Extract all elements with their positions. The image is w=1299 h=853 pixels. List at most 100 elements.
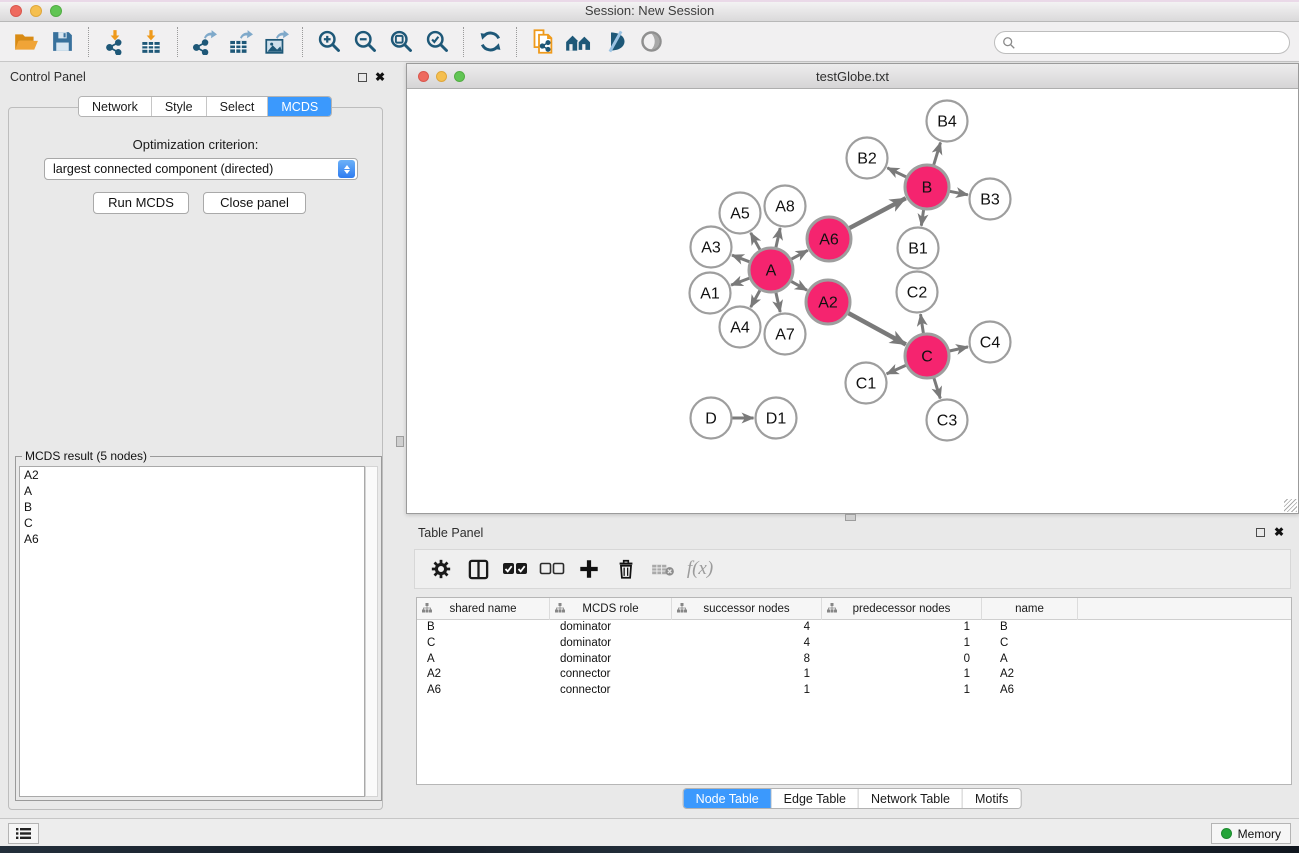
- graph-node-D1[interactable]: D1: [756, 398, 797, 439]
- table-row[interactable]: Bdominator41B: [417, 620, 1291, 636]
- close-panel-button[interactable]: Close panel: [203, 192, 306, 214]
- table-cell[interactable]: connector: [550, 667, 672, 683]
- graph-edge-C-C3[interactable]: [934, 378, 940, 399]
- table-cell[interactable]: A2: [417, 667, 550, 683]
- graph-edge-A-A4[interactable]: [751, 290, 760, 307]
- graph-node-C2[interactable]: C2: [897, 272, 938, 313]
- graph-node-A[interactable]: A: [749, 248, 793, 292]
- column-settings-button[interactable]: [427, 555, 455, 583]
- table-panel-close-button[interactable]: ✖: [1274, 525, 1284, 539]
- tab-network-table[interactable]: Network Table: [859, 789, 963, 808]
- apply-layout-button[interactable]: [475, 27, 505, 57]
- table-panel-float-button[interactable]: [1256, 528, 1265, 537]
- graph-node-B[interactable]: B: [905, 165, 949, 209]
- tab-edge-table[interactable]: Edge Table: [772, 789, 859, 808]
- network-minimize-button[interactable]: [436, 71, 447, 82]
- control-panel-float-button[interactable]: [358, 73, 367, 82]
- search-input[interactable]: [1016, 34, 1289, 52]
- graph-edge-A-A3[interactable]: [732, 255, 750, 262]
- table-cell[interactable]: A2: [982, 667, 1078, 683]
- table-row[interactable]: Adominator80A: [417, 652, 1291, 668]
- tab-select[interactable]: Select: [207, 97, 269, 116]
- tab-style[interactable]: Style: [152, 97, 207, 116]
- column-header-MCDS-role[interactable]: MCDS role: [550, 598, 672, 620]
- tab-mcds[interactable]: MCDS: [268, 97, 331, 116]
- table-cell[interactable]: 1: [822, 636, 982, 652]
- add-column-button[interactable]: [575, 555, 603, 583]
- graph-edge-C-C1[interactable]: [887, 365, 906, 374]
- graph-node-A2[interactable]: A2: [806, 280, 850, 324]
- run-mcds-button[interactable]: Run MCDS: [93, 192, 189, 214]
- table-cell[interactable]: 1: [822, 667, 982, 683]
- select-all-columns-button[interactable]: [501, 555, 529, 583]
- zoom-selected-button[interactable]: [422, 27, 452, 57]
- show-panels-button[interactable]: [8, 823, 39, 844]
- zoom-fit-button[interactable]: [386, 27, 416, 57]
- table-cell[interactable]: connector: [550, 683, 672, 699]
- table-cell[interactable]: A: [417, 652, 550, 668]
- import-network-button[interactable]: [100, 27, 130, 57]
- show-network-overview-button[interactable]: [564, 27, 594, 57]
- table-cell[interactable]: B: [417, 620, 550, 636]
- table-row[interactable]: Cdominator41C: [417, 636, 1291, 652]
- mcds-result-item[interactable]: A6: [20, 531, 364, 547]
- table-row[interactable]: A2connector11A2: [417, 667, 1291, 683]
- graph-node-B1[interactable]: B1: [898, 228, 939, 269]
- graph-edge-C-C4[interactable]: [950, 347, 969, 351]
- table-cell[interactable]: 1: [822, 620, 982, 636]
- graph-edge-B-B3[interactable]: [950, 191, 968, 195]
- delete-column-button[interactable]: [612, 555, 640, 583]
- graph-edge-A6-B[interactable]: [849, 198, 906, 228]
- table-cell[interactable]: 0: [822, 652, 982, 668]
- destroy-table-button[interactable]: [649, 555, 677, 583]
- graph-node-B4[interactable]: B4: [927, 101, 968, 142]
- column-header-shared-name[interactable]: shared name: [417, 598, 550, 620]
- network-canvas-area[interactable]: B4B2BB3A8A5A6A3B1AC2A1A2A4A7C4CC1DD1C3: [407, 89, 1298, 513]
- graph-node-C[interactable]: C: [905, 334, 949, 378]
- graph-node-A3[interactable]: A3: [691, 227, 732, 268]
- graph-node-A8[interactable]: A8: [765, 186, 806, 227]
- table-cell[interactable]: C: [982, 636, 1078, 652]
- graph-node-A6[interactable]: A6: [807, 217, 851, 261]
- control-panel-close-button[interactable]: ✖: [375, 70, 385, 84]
- network-zoom-button[interactable]: [454, 71, 465, 82]
- graph-node-C3[interactable]: C3: [927, 400, 968, 441]
- tab-network[interactable]: Network: [79, 97, 152, 116]
- graph-edge-A-A7[interactable]: [776, 293, 780, 313]
- mcds-result-scrollbar[interactable]: [365, 466, 378, 797]
- graph-edge-A-A1[interactable]: [731, 278, 749, 285]
- graph-edge-A-A8[interactable]: [776, 228, 780, 248]
- export-table-button[interactable]: [225, 27, 255, 57]
- graph-node-A1[interactable]: A1: [690, 273, 731, 314]
- vertical-splitter-handle[interactable]: [396, 436, 404, 447]
- tab-node-table[interactable]: Node Table: [684, 789, 772, 808]
- table-cell[interactable]: dominator: [550, 620, 672, 636]
- criterion-select[interactable]: largest connected component (directed): [44, 158, 358, 180]
- window-resize-grip[interactable]: [1284, 499, 1297, 512]
- table-cell[interactable]: B: [982, 620, 1078, 636]
- graph-node-D[interactable]: D: [691, 398, 732, 439]
- zoom-window-button[interactable]: [50, 5, 62, 17]
- table-cell[interactable]: 1: [672, 683, 822, 699]
- mcds-result-item[interactable]: B: [20, 499, 364, 515]
- graph-node-B3[interactable]: B3: [970, 179, 1011, 220]
- table-cell[interactable]: 1: [672, 667, 822, 683]
- graph-edge-B-B1[interactable]: [921, 210, 923, 226]
- graph-edge-A-A6[interactable]: [791, 250, 808, 259]
- table-cell[interactable]: 4: [672, 620, 822, 636]
- network-window-titlebar[interactable]: testGlobe.txt: [407, 64, 1298, 89]
- zoom-out-button[interactable]: [350, 27, 380, 57]
- close-window-button[interactable]: [10, 5, 22, 17]
- table-cell[interactable]: 4: [672, 636, 822, 652]
- graph-node-C1[interactable]: C1: [846, 363, 887, 404]
- column-header-name[interactable]: name: [982, 598, 1078, 620]
- graph-edge-B-B2[interactable]: [887, 168, 906, 177]
- deselect-all-columns-button[interactable]: [538, 555, 566, 583]
- table-cell[interactable]: A6: [417, 683, 550, 699]
- export-network-button[interactable]: [189, 27, 219, 57]
- graph-node-A4[interactable]: A4: [720, 307, 761, 348]
- mcds-result-item[interactable]: A: [20, 483, 364, 499]
- column-header-predecessor-nodes[interactable]: predecessor nodes: [822, 598, 982, 620]
- graph-edge-A2-C[interactable]: [848, 313, 906, 345]
- table-cell[interactable]: 1: [822, 683, 982, 699]
